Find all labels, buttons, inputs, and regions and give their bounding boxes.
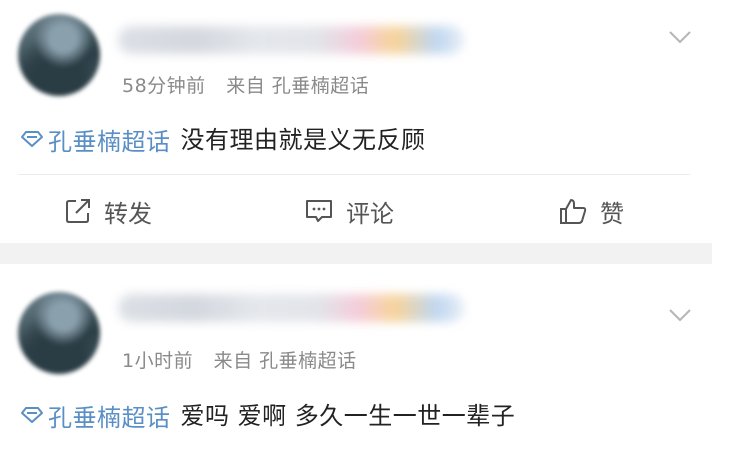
comment-button[interactable]: 评论 bbox=[304, 188, 394, 234]
avatar[interactable] bbox=[18, 292, 100, 374]
topic-link[interactable]: 孔垂楠超话 bbox=[20, 122, 171, 157]
action-bar: 转发 评论 赞 bbox=[0, 188, 712, 234]
topic-diamond-icon bbox=[21, 131, 43, 147]
like-button[interactable]: 赞 bbox=[558, 188, 624, 234]
repost-icon bbox=[66, 199, 90, 223]
repost-button[interactable]: 转发 bbox=[64, 188, 152, 234]
post-source[interactable]: 来自 孔垂楠超话 bbox=[214, 350, 357, 372]
post-source[interactable]: 来自 孔垂楠超话 bbox=[226, 75, 369, 97]
post-separator bbox=[0, 243, 712, 264]
topic-link[interactable]: 孔垂楠超话 bbox=[20, 398, 171, 433]
avatar[interactable] bbox=[18, 14, 100, 96]
post-content: 孔垂楠超话 没有理由就是义无反顾 bbox=[20, 120, 426, 157]
chevron-down-icon[interactable] bbox=[668, 308, 692, 322]
chevron-down-icon[interactable] bbox=[668, 30, 692, 44]
like-icon bbox=[560, 199, 587, 224]
topic-diamond-icon bbox=[21, 407, 43, 423]
repost-label: 转发 bbox=[104, 199, 152, 228]
post-text: 没有理由就是义无反顾 bbox=[180, 126, 426, 154]
topic-label: 孔垂楠超话 bbox=[48, 127, 171, 156]
post-time: 1小时前 bbox=[122, 350, 194, 372]
username-blurred[interactable] bbox=[118, 294, 464, 322]
post-meta: 1小时前 来自 孔垂楠超话 bbox=[122, 346, 371, 373]
username-blurred[interactable] bbox=[118, 26, 464, 54]
post-text: 爱吗 爱啊 多久一生一世一辈子 bbox=[180, 402, 516, 430]
like-label: 赞 bbox=[600, 199, 624, 228]
post-card-2[interactable]: 1小时前 来自 孔垂楠超话 孔垂楠超话 爱吗 爱啊 多久一生一世一辈子 bbox=[0, 264, 712, 450]
right-edge bbox=[712, 0, 730, 450]
post-card-1[interactable]: 58分钟前 来自 孔垂楠超话 孔垂楠超话 没有理由就是义无反顾 转发 评论 赞 bbox=[0, 0, 712, 243]
post-meta: 58分钟前 来自 孔垂楠超话 bbox=[122, 71, 383, 98]
post-time: 58分钟前 bbox=[122, 75, 206, 97]
post-content: 孔垂楠超话 爱吗 爱啊 多久一生一世一辈子 bbox=[20, 396, 515, 433]
comment-label: 评论 bbox=[346, 199, 394, 228]
divider bbox=[18, 174, 690, 175]
comment-icon bbox=[306, 200, 332, 222]
topic-label: 孔垂楠超话 bbox=[48, 403, 171, 432]
